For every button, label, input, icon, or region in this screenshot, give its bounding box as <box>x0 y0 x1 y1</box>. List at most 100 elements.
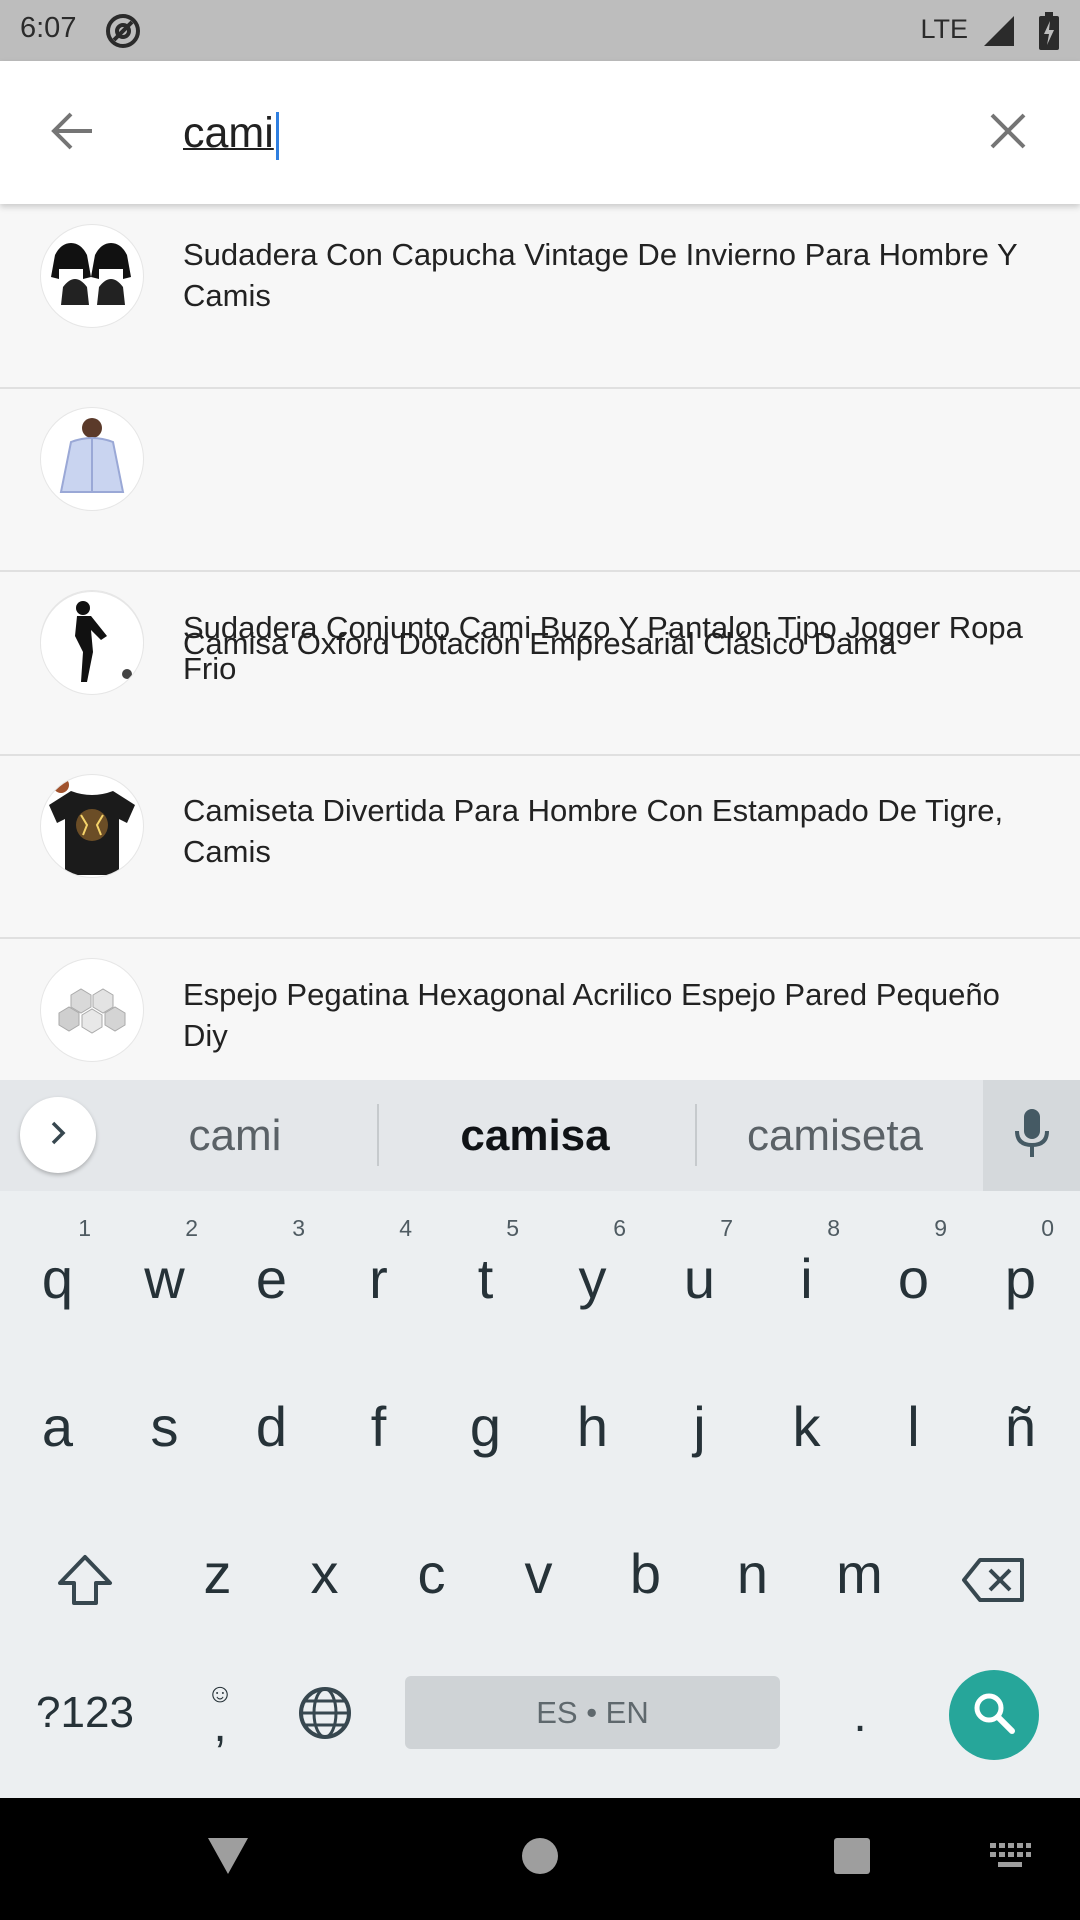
list-item[interactable]: Sudadera Con Capucha Vintage De Invierno… <box>0 204 1080 389</box>
key-d[interactable]: d <box>218 1353 325 1501</box>
key-u[interactable]: 7u <box>646 1205 753 1353</box>
signal-icon <box>982 14 1016 48</box>
backspace-key[interactable] <box>948 1537 1038 1627</box>
result-title: Camiseta Divertida Para Hombre Con Estam… <box>183 793 1004 869</box>
key-label: v <box>524 1542 553 1605</box>
key-label: j <box>693 1395 706 1458</box>
key-n-tilde[interactable]: ñ <box>967 1353 1074 1501</box>
key-e[interactable]: 3e <box>218 1205 325 1353</box>
nav-back-button[interactable] <box>198 1828 258 1888</box>
search-results-list: Sudadera Con Capucha Vintage De Invierno… <box>0 204 1080 1080</box>
key-hint: 5 <box>506 1215 519 1241</box>
suggestion-1[interactable]: cami <box>130 1080 340 1191</box>
arrow-back-icon <box>50 109 94 158</box>
backspace-icon <box>960 1556 1026 1609</box>
result-title: Sudadera Conjunto Cami Buzo Y Pantalon T… <box>183 610 1023 686</box>
system-nav-bar <box>0 1798 1080 1920</box>
key-i[interactable]: 8i <box>753 1205 860 1353</box>
key-label: b <box>629 1542 662 1605</box>
key-z[interactable]: z <box>164 1500 271 1648</box>
key-hint: 3 <box>292 1215 305 1241</box>
key-label: f <box>370 1395 387 1458</box>
key-k[interactable]: k <box>753 1353 860 1501</box>
product-thumbnail-tiger-shirt <box>40 774 144 878</box>
battery-charging-icon <box>1038 12 1060 50</box>
suggestion-3[interactable]: camiseta <box>715 1080 955 1191</box>
symbols-key[interactable]: ?123 <box>20 1675 150 1750</box>
key-m[interactable]: m <box>806 1500 913 1648</box>
key-label: u <box>683 1247 716 1310</box>
key-hint: 1 <box>78 1215 91 1241</box>
clear-search-button[interactable] <box>976 101 1040 165</box>
key-v[interactable]: v <box>485 1500 592 1648</box>
key-label: l <box>907 1395 920 1458</box>
key-p[interactable]: 0p <box>967 1205 1074 1353</box>
key-label: r <box>369 1247 388 1310</box>
close-icon <box>989 112 1027 155</box>
key-hint: 4 <box>399 1215 412 1241</box>
key-label: n <box>736 1542 769 1605</box>
key-label: e <box>255 1247 288 1310</box>
product-thumbnail <box>40 224 144 328</box>
microphone-icon <box>1012 1107 1052 1164</box>
key-n[interactable]: n <box>699 1500 806 1648</box>
language-key[interactable] <box>290 1680 360 1750</box>
list-item[interactable]: Camisa Oxford Dotacion Empresarial Clási… <box>0 387 1080 694</box>
key-label: ñ <box>1004 1395 1037 1458</box>
key-hint: 8 <box>827 1215 840 1241</box>
shift-key[interactable] <box>30 1537 140 1627</box>
key-r[interactable]: 4r <box>325 1205 432 1353</box>
key-f[interactable]: f <box>325 1353 432 1501</box>
chevron-right-icon <box>45 1120 71 1151</box>
product-thumbnail-shirt <box>40 407 144 511</box>
nav-back-triangle-icon <box>206 1836 250 1881</box>
at-sign-icon <box>104 12 142 50</box>
voice-input-button[interactable] <box>983 1080 1080 1191</box>
suggestion-2[interactable]: camisa <box>400 1080 670 1191</box>
key-y[interactable]: 6y <box>539 1205 646 1353</box>
nav-recents-button[interactable] <box>822 1828 882 1888</box>
nav-home-button[interactable] <box>510 1828 570 1888</box>
key-j[interactable]: j <box>646 1353 753 1501</box>
key-a[interactable]: a <box>4 1353 111 1501</box>
keyboard-switch-icon <box>988 1841 1032 1876</box>
key-label: y <box>578 1247 607 1310</box>
key-w[interactable]: 2w <box>111 1205 218 1353</box>
list-item[interactable]: Espejo Pegatina Hexagonal Acrilico Espej… <box>0 938 1080 1080</box>
list-item[interactable]: Camiseta Divertida Para Hombre Con Estam… <box>0 754 1080 939</box>
network-type: LTE <box>920 14 968 44</box>
search-action-key[interactable] <box>949 1670 1039 1760</box>
key-q[interactable]: 1q <box>4 1205 111 1353</box>
text-caret <box>275 111 279 160</box>
suggestion-divider <box>695 1104 697 1166</box>
space-key[interactable]: ES • EN <box>405 1676 780 1749</box>
expand-toolbar-button[interactable] <box>20 1097 96 1173</box>
nav-recents-square-icon <box>833 1837 871 1880</box>
key-label: i <box>800 1247 813 1310</box>
key-l[interactable]: l <box>860 1353 967 1501</box>
key-s[interactable]: s <box>111 1353 218 1501</box>
key-label: z <box>203 1542 232 1605</box>
key-o[interactable]: 9o <box>860 1205 967 1353</box>
key-label: t <box>477 1247 494 1310</box>
search-input[interactable]: cami <box>183 101 279 165</box>
key-label: q <box>41 1247 74 1310</box>
key-label: g <box>469 1395 502 1458</box>
key-b[interactable]: b <box>592 1500 699 1648</box>
key-label: w <box>144 1247 185 1310</box>
key-label: a <box>41 1395 74 1458</box>
status-time: 6:07 <box>20 12 77 44</box>
comma-emoji-key[interactable]: ☺ , <box>190 1665 250 1760</box>
keyboard-switch-button[interactable] <box>980 1828 1040 1888</box>
back-button[interactable] <box>40 101 104 165</box>
status-bar: 6:07 LTE <box>0 0 1080 61</box>
key-c[interactable]: c <box>378 1500 485 1648</box>
key-t[interactable]: 5t <box>432 1205 539 1353</box>
key-g[interactable]: g <box>432 1353 539 1501</box>
key-label: m <box>836 1542 883 1605</box>
period-key[interactable]: . <box>830 1680 890 1750</box>
key-x[interactable]: x <box>271 1500 378 1648</box>
key-h[interactable]: h <box>539 1353 646 1501</box>
list-item[interactable]: Sudadera Conjunto Cami Buzo Y Pantalon T… <box>0 571 1080 756</box>
key-label: c <box>417 1542 446 1605</box>
